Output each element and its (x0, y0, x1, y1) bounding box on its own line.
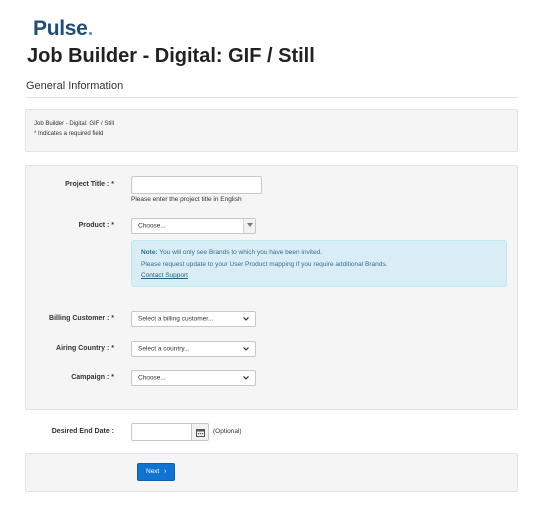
campaign-select-value: Choose... (138, 374, 166, 382)
desired-end-date-input[interactable] (131, 423, 191, 441)
action-panel (25, 453, 518, 492)
chevron-right-icon: › (164, 467, 167, 475)
airing-country-select[interactable]: Select a country... (131, 341, 256, 357)
product-label: Product : * (78, 222, 114, 229)
next-button[interactable]: Next › (137, 463, 175, 481)
project-title-help: Please enter the project title in Englis… (131, 196, 242, 203)
campaign-select[interactable]: Choose... (131, 370, 256, 386)
billing-customer-label: Billing Customer : * (49, 315, 114, 322)
billing-customer-select[interactable]: Select a billing customer... (131, 311, 256, 327)
campaign-label: Campaign : * (71, 374, 114, 381)
section-heading: General Information (26, 80, 124, 92)
caret-down-icon (243, 219, 255, 233)
note-line-1: You will only see Brands to which you ha… (157, 249, 323, 256)
page-title: Job Builder - Digital: GIF / Still (27, 45, 315, 67)
product-select-value: Choose... (138, 222, 166, 230)
note-line-2: Please request update to your User Produ… (141, 261, 388, 268)
chevron-down-icon (243, 346, 249, 351)
note-bold: Note: (141, 249, 158, 256)
product-select[interactable]: Choose... (131, 218, 256, 234)
project-title-label: Project Title : * (65, 181, 114, 188)
section-divider (26, 97, 518, 98)
brand-access-note: Note: You will only see Brands to which … (131, 240, 507, 287)
airing-country-select-value: Select a country... (138, 345, 190, 353)
airing-country-label: Airing Country : * (56, 345, 114, 352)
pulse-logo[interactable]: Pulse (33, 17, 92, 41)
optional-hint: (Optional) (213, 428, 242, 435)
info-panel-title: Job Builder - Digital: GIF / Still (34, 121, 115, 127)
project-title-input[interactable] (131, 176, 262, 194)
contact-support-link[interactable]: Contact Support (141, 272, 188, 279)
chevron-down-icon (243, 375, 249, 380)
billing-customer-select-value: Select a billing customer... (138, 315, 214, 323)
next-button-label: Next (146, 468, 160, 475)
desired-end-date-label: Desired End Date : (51, 428, 114, 435)
info-panel: Job Builder - Digital: GIF / Still * Ind… (25, 109, 518, 152)
calendar-button[interactable] (191, 423, 209, 441)
chevron-down-icon (243, 316, 249, 321)
logo-text: Pulse (33, 17, 88, 40)
required-field-hint: * Indicates a required field (34, 131, 104, 137)
logo-dot (88, 32, 92, 35)
calendar-icon (196, 429, 205, 437)
